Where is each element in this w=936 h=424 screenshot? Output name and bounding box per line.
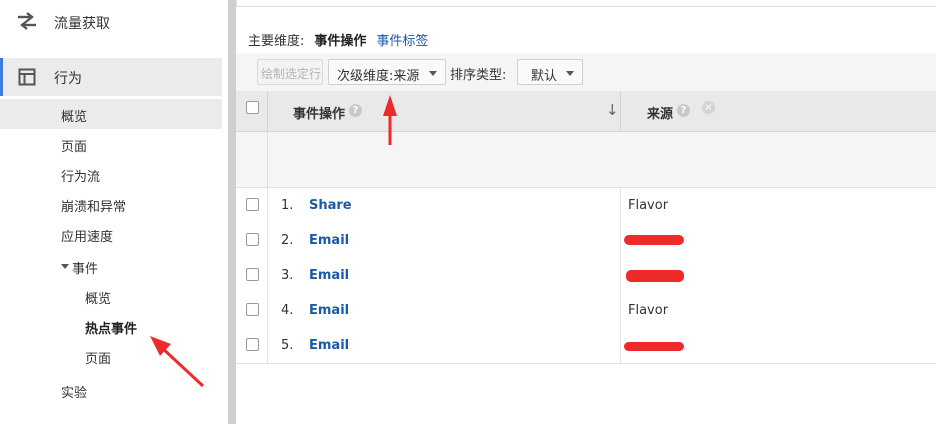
sidebar-item-events-overview[interactable]: 概览: [0, 281, 222, 311]
source-cell: Flavor: [628, 303, 669, 318]
row-index: 4.: [281, 303, 294, 318]
acquisition-icon: [18, 12, 36, 30]
sidebar-item-app-speed[interactable]: 应用速度: [0, 219, 222, 249]
table-row[interactable]: 4. Email Flavor: [236, 293, 936, 329]
row-checkbox[interactable]: [246, 303, 259, 316]
sidebar-item-experiments[interactable]: 实验: [0, 375, 222, 405]
redaction-mark: [624, 235, 684, 245]
sort-arrow-down-icon[interactable]: ↓: [606, 101, 619, 119]
row-checkbox[interactable]: [246, 198, 259, 211]
sidebar-scrollbar[interactable]: [228, 0, 236, 424]
select-all-checkbox[interactable]: [246, 101, 259, 114]
sort-type-dropdown[interactable]: 默认: [517, 59, 583, 85]
sidebar-item-pages[interactable]: 页面: [0, 129, 222, 159]
row-checkbox[interactable]: [246, 268, 259, 281]
sidebar-item-behavior-flow[interactable]: 行为流: [0, 159, 222, 189]
row-index: 2.: [281, 233, 294, 248]
help-icon[interactable]: ?: [349, 104, 362, 117]
layout-icon: [18, 68, 36, 86]
primary-dimension-label: 主要维度:: [248, 34, 305, 49]
sidebar-item-label: 应用速度: [61, 230, 114, 245]
top-border: [236, 0, 936, 7]
sidebar-item-label: 页面: [85, 352, 112, 367]
table-row[interactable]: 2. Email: [236, 223, 936, 259]
event-action-link[interactable]: Email: [309, 233, 349, 248]
sidebar-item-overview[interactable]: 概览: [0, 99, 222, 129]
sidebar: 流量获取 行为 概览 页面 行为流 崩溃和异常 应用速度 事件 概览 热点事件 …: [0, 0, 228, 424]
main-content: 主要维度: 事件操作 事件标签 绘制选定行 次级维度:来源 默认 排序类型: 事件操…: [236, 0, 936, 424]
secondary-dimension-dropdown[interactable]: 次级维度:来源: [328, 59, 446, 85]
column-header-source[interactable]: 来源: [647, 103, 673, 122]
row-checkbox[interactable]: [246, 233, 259, 246]
primary-dimension-link[interactable]: 事件标签: [376, 34, 428, 49]
help-icon[interactable]: ?: [677, 104, 690, 117]
nav-behavior-label: 行为: [54, 71, 82, 87]
nav-acquisition[interactable]: 流量获取: [0, 0, 228, 44]
chevron-down-icon: [429, 71, 437, 76]
sidebar-item-events-pages[interactable]: 页面: [0, 341, 222, 371]
row-index: 1.: [281, 198, 294, 213]
redaction-mark: [626, 270, 684, 282]
sidebar-item-label: 概览: [85, 292, 112, 307]
sidebar-item-label: 热点事件: [85, 322, 138, 337]
summary-row: [236, 132, 936, 188]
table-row[interactable]: 1. Share Flavor: [236, 188, 936, 224]
redaction-mark: [624, 342, 684, 351]
row-index: 3.: [281, 268, 294, 283]
table-header: 事件操作 ? ↓ 来源 ? ×: [236, 91, 936, 132]
sidebar-item-top-events[interactable]: 热点事件: [0, 311, 222, 341]
event-action-link[interactable]: Email: [309, 338, 349, 353]
event-action-link[interactable]: Share: [309, 198, 352, 213]
sidebar-item-label: 行为流: [61, 170, 101, 185]
chevron-down-icon: [566, 71, 574, 76]
remove-dimension-icon[interactable]: ×: [702, 101, 715, 114]
nav-behavior[interactable]: 行为: [0, 58, 222, 96]
primary-dimension-active[interactable]: 事件操作: [314, 34, 366, 49]
sidebar-item-label: 实验: [61, 386, 88, 401]
sort-type-value: 默认: [531, 69, 558, 84]
secondary-dimension-label: 次级维度:来源: [337, 69, 420, 84]
nav-acquisition-label: 流量获取: [54, 16, 110, 32]
table-row[interactable]: 5. Email: [236, 328, 936, 364]
event-action-link[interactable]: Email: [309, 303, 349, 318]
source-cell: Flavor: [628, 198, 669, 213]
sidebar-item-label: 概览: [61, 110, 88, 125]
sidebar-item-events[interactable]: 事件: [0, 251, 222, 281]
sidebar-item-label: 事件: [72, 262, 99, 277]
sidebar-item-crashes[interactable]: 崩溃和异常: [0, 189, 222, 219]
sidebar-item-label: 崩溃和异常: [61, 200, 127, 215]
plot-rows-button[interactable]: 绘制选定行: [257, 59, 323, 85]
event-action-link[interactable]: Email: [309, 268, 349, 283]
caret-down-icon: [61, 264, 69, 269]
row-index: 5.: [281, 338, 294, 353]
row-checkbox[interactable]: [246, 338, 259, 351]
primary-dimension-bar: 主要维度: 事件操作 事件标签: [248, 30, 438, 49]
sidebar-item-label: 页面: [61, 140, 88, 155]
table-toolbar: 绘制选定行 次级维度:来源 默认: [236, 53, 936, 92]
table-row[interactable]: 3. Email: [236, 258, 936, 294]
sort-type-label: 排序类型:: [450, 68, 507, 83]
column-header-event-action[interactable]: 事件操作: [293, 103, 345, 122]
